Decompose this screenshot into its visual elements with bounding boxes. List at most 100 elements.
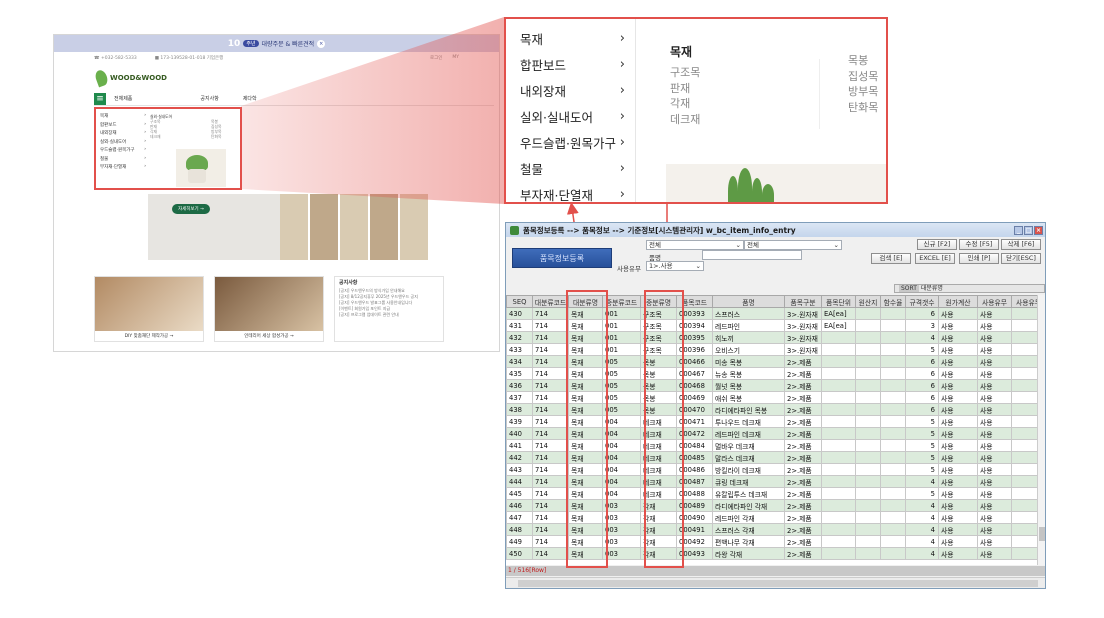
chevron-right-icon: › — [619, 56, 625, 72]
table-cell — [880, 451, 906, 464]
table-cell: 사용 — [977, 427, 1012, 440]
site-menu-item[interactable]: 부자재·단열재 › — [100, 164, 146, 173]
table-cell: 사용 — [977, 439, 1012, 452]
table-cell: 4 — [905, 499, 939, 512]
site-menu-item[interactable]: 목재 › — [100, 113, 146, 122]
diy-card[interactable]: DIY 맞춤재단 제작가공 → — [94, 276, 204, 342]
table-cell — [855, 415, 881, 428]
chevron-right-icon: › — [619, 82, 625, 98]
table-cell: 6 — [905, 307, 939, 320]
column-header[interactable]: 대분류코드 — [532, 295, 569, 308]
site-menu-item[interactable]: 내외장재 › — [100, 130, 146, 139]
submenu-item[interactable]: 각재 — [670, 96, 700, 112]
table-cell — [821, 475, 856, 488]
table-cell — [855, 475, 881, 488]
edit-button[interactable]: 수정 [F5] — [959, 239, 999, 250]
table-cell — [855, 331, 881, 344]
table-cell: 714 — [532, 319, 569, 332]
site-logo[interactable]: WOOD&WOOD — [93, 68, 167, 88]
subcategory-filter-select[interactable]: 전체 ⌄ — [744, 240, 842, 250]
table-cell: 사용 — [938, 475, 978, 488]
item-name-input[interactable] — [702, 250, 802, 260]
banner-badge: 주년 — [243, 40, 259, 47]
table-cell: 5 — [905, 487, 939, 500]
category-item[interactable]: 합판보드 › — [506, 51, 635, 77]
phone-number: ☎ +032-582-5333 — [94, 55, 137, 61]
mypage-link[interactable]: MY — [452, 55, 459, 61]
submenu-item[interactable]: 방부목 — [848, 84, 878, 100]
nav-notice[interactable]: 공지사항 — [200, 95, 218, 102]
table-cell: 001 — [602, 343, 641, 356]
close-button[interactable]: 닫기[ESC] — [1001, 253, 1041, 264]
excel-button[interactable]: EXCEL [E] — [915, 253, 955, 264]
nav-items[interactable]: 제다학 — [243, 95, 257, 102]
promo-banner[interactable]: 10 주년 대량주문 & 빠른견적 × — [54, 35, 499, 52]
horizontal-scrollbar[interactable] — [506, 577, 1045, 588]
bank-account: ■ 173-139528-01-018 기업은행 — [154, 56, 224, 61]
site-menu-item[interactable]: 실외·실내도어 › — [100, 139, 146, 148]
table-cell: 2>.제품 — [784, 427, 822, 440]
submenu-item[interactable]: 구조목 — [670, 65, 700, 81]
window-titlebar[interactable]: 품목정보등록 --> 품목정보 --> 기준정보[시스템관리자] w_bc_it… — [506, 223, 1045, 237]
site-menu-item[interactable]: 철물 › — [100, 156, 146, 165]
column-header[interactable]: 원가계산 — [938, 295, 978, 308]
table-cell: 6 — [905, 367, 939, 380]
delete-button[interactable]: 삭제 [F6] — [1001, 239, 1041, 250]
use-select[interactable]: 1>.사용 ⌄ — [646, 261, 704, 271]
table-cell: 사용 — [977, 319, 1012, 332]
column-header[interactable]: 함수율 — [880, 295, 906, 308]
site-topbar: ☎ +032-582-5333 ■ 173-139528-01-018 기업은행… — [54, 52, 499, 64]
submenu-item[interactable]: 집성목 — [848, 69, 878, 85]
column-header[interactable]: 규격갯수 — [905, 295, 939, 308]
sort-label: SORT — [899, 285, 919, 292]
submenu-item[interactable]: 데크재 — [670, 112, 700, 128]
maximize-icon[interactable]: □ — [1024, 225, 1033, 235]
hamburger-menu-icon[interactable]: ≡ — [94, 92, 106, 105]
column-header[interactable]: 품목단위 — [821, 295, 856, 308]
site-menu-item[interactable]: 우드슬랩·원목가구 › — [100, 147, 146, 156]
search-button[interactable]: 검색 [E] — [871, 253, 911, 264]
category-item[interactable]: 실외·실내도어 › — [506, 103, 635, 129]
column-header[interactable]: 원산지 — [855, 295, 881, 308]
column-header[interactable]: SEQ — [506, 295, 533, 308]
table-cell: 2>.제품 — [784, 535, 822, 548]
interior-card[interactable]: 인테리어 세상 합성가공 → — [214, 276, 324, 342]
close-icon[interactable]: × — [1034, 225, 1043, 235]
category-item[interactable]: 목재 › — [506, 25, 635, 51]
table-cell: 003 — [602, 547, 641, 560]
banner-close-icon[interactable]: × — [317, 39, 326, 48]
submenu-item[interactable]: 탄화목 — [848, 100, 878, 116]
site-menu-item[interactable]: 합판보드 › — [100, 122, 146, 131]
submenu-item[interactable]: 목봉 — [848, 53, 878, 69]
table-cell: 사용 — [938, 427, 978, 440]
new-button[interactable]: 신규 [F2] — [917, 239, 957, 250]
category-item[interactable]: 내외장재 › — [506, 77, 635, 103]
column-header[interactable]: 품명 — [712, 295, 785, 308]
sort-bar[interactable]: SORT 대분류명 — [894, 284, 1045, 293]
login-link[interactable]: 로그인 — [430, 55, 442, 61]
table-cell: 2>.제품 — [784, 403, 822, 416]
category-filter-select[interactable]: 전체 ⌄ — [646, 240, 744, 250]
column-header[interactable]: 사용유무 — [977, 295, 1012, 308]
table-cell: 5 — [905, 343, 939, 356]
table-cell: 4 — [905, 523, 939, 536]
column-header[interactable]: 품목구분 — [784, 295, 822, 308]
category-item[interactable]: 부자재·단열재 › — [506, 181, 635, 203]
table-cell: 2>.제품 — [784, 451, 822, 464]
category-item[interactable]: 우드슬랩·원목가구 › — [506, 129, 635, 155]
print-button[interactable]: 인쇄 [P] — [959, 253, 999, 264]
hero-detail-button[interactable]: 자세히보기 → — [172, 204, 210, 214]
item-info-register-button[interactable]: 품목정보등록 — [512, 248, 612, 268]
category-item[interactable]: 철물 › — [506, 155, 635, 181]
minimize-icon[interactable]: _ — [1014, 225, 1023, 235]
nav-all-products[interactable]: 전체제품 — [114, 95, 132, 102]
submenu-item[interactable]: 판재 — [670, 81, 700, 97]
plant-image — [176, 149, 226, 187]
column-header[interactable]: 중분류코드 — [602, 295, 641, 308]
table-cell: 사용 — [938, 511, 978, 524]
table-cell — [821, 463, 856, 476]
vertical-scrollbar[interactable] — [1037, 295, 1045, 565]
notice-item[interactable]: [공지] 프로그램 업데이트 관련 안내 — [339, 312, 439, 318]
table-cell: 사용 — [938, 487, 978, 500]
table-cell: 714 — [532, 547, 569, 560]
